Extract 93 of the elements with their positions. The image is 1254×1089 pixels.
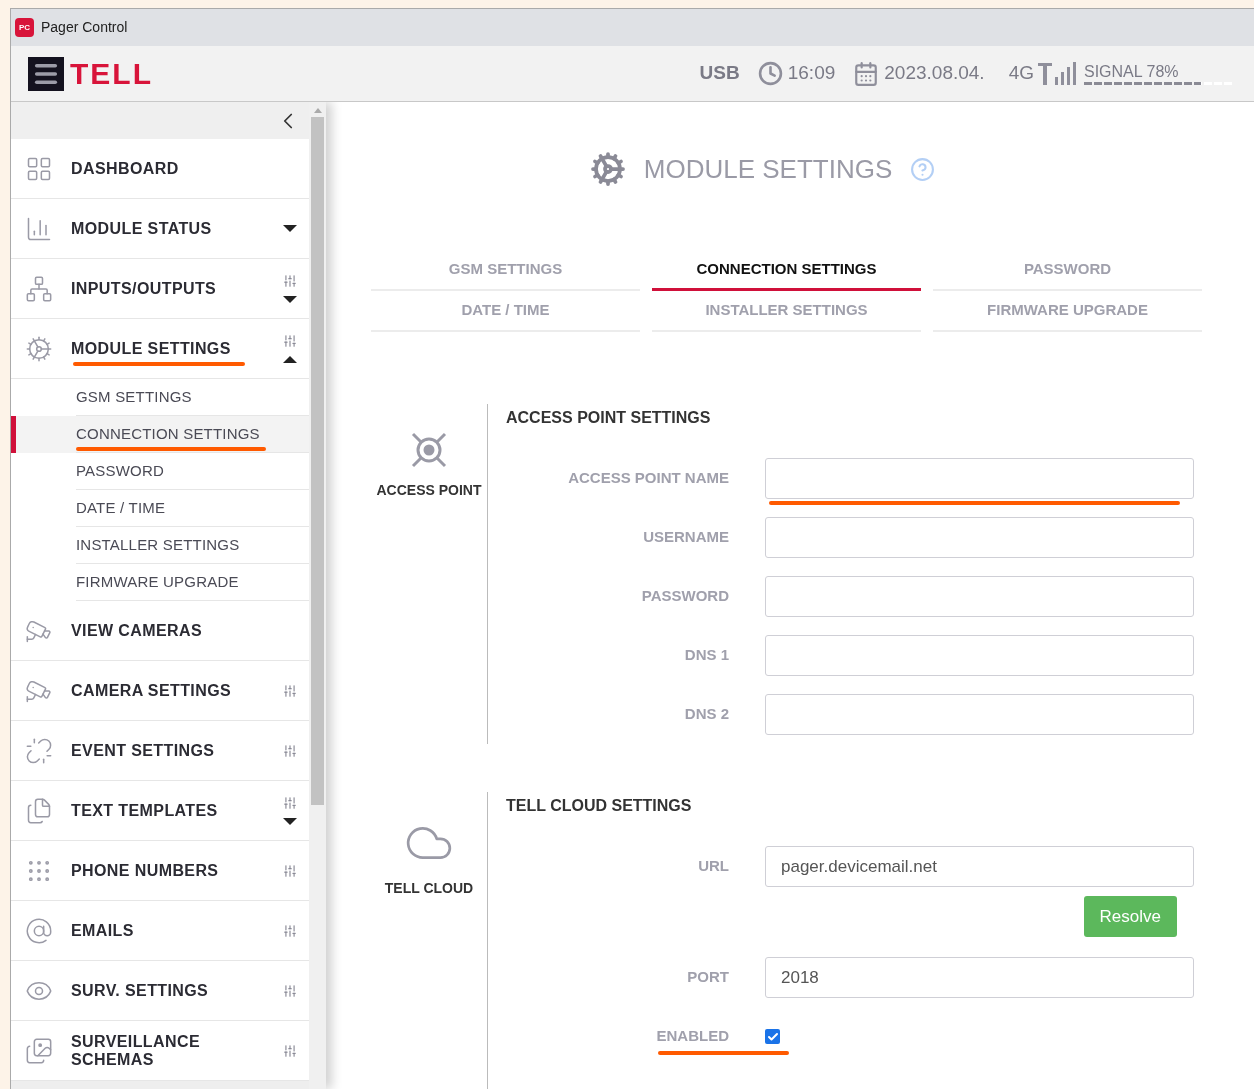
signal-label: SIGNAL 78% xyxy=(1084,62,1180,81)
sidebar-label: SURV. SETTINGS xyxy=(71,981,210,1000)
sidebar-label: VIEW CAMERAS xyxy=(71,621,204,640)
chain-icon xyxy=(25,736,53,765)
sidebar-label: EVENT SETTINGS xyxy=(71,741,216,760)
section-title: ACCESS POINT SETTINGS xyxy=(506,408,712,428)
sliders-icon[interactable] xyxy=(283,274,297,288)
sidebar-item[interactable]: DASHBOARD xyxy=(11,139,309,199)
submenu-label: CONNECTION SETTINGS xyxy=(76,422,260,447)
checkbox[interactable] xyxy=(765,1029,780,1044)
submenu-item[interactable]: GSM SETTINGS xyxy=(11,379,309,416)
section-icon-label: TELL CLOUD xyxy=(384,879,474,898)
field-label: ENABLED xyxy=(655,1026,730,1047)
text-input[interactable] xyxy=(765,694,1194,735)
scrollbar[interactable] xyxy=(309,102,326,1089)
nodes-icon xyxy=(25,274,53,303)
connection-label: USB xyxy=(699,61,740,86)
caret-icon[interactable] xyxy=(283,225,297,232)
stacked-images-icon xyxy=(25,1036,53,1065)
submenu-item[interactable]: DATE / TIME xyxy=(11,490,309,527)
field-label: USERNAME xyxy=(642,527,730,548)
section-title: TELL CLOUD SETTINGS xyxy=(506,796,693,816)
text-input[interactable]: pager.devicemail.net xyxy=(765,846,1194,887)
window-title: Pager Control xyxy=(41,18,128,37)
sidebar-item[interactable]: VIEW CAMERAS xyxy=(11,601,309,661)
field-label: DNS 1 xyxy=(683,645,730,666)
field-label: PASSWORD xyxy=(640,586,730,607)
help-icon[interactable] xyxy=(910,156,936,182)
submenu-label: PASSWORD xyxy=(76,460,164,481)
field-label: DNS 2 xyxy=(683,704,730,725)
sliders-icon[interactable] xyxy=(283,743,297,758)
submenu-label: DATE / TIME xyxy=(76,497,166,518)
submenu-item[interactable]: INSTALLER SETTINGS xyxy=(11,527,309,564)
page-title: MODULE SETTINGS xyxy=(643,152,893,186)
sidebar-item[interactable]: INPUTS/OUTPUTS xyxy=(11,259,309,319)
tab[interactable]: CONNECTION SETTINGS xyxy=(652,250,921,291)
date-label: 2023.08.04. xyxy=(884,61,985,86)
sidebar-item[interactable]: MODULE STATUS xyxy=(11,199,309,259)
text-input[interactable]: 2018 xyxy=(765,957,1194,998)
sidebar-item[interactable]: PHONE NUMBERS xyxy=(11,841,309,901)
field-label: PORT xyxy=(686,967,730,988)
submenu-item[interactable]: FIRMWARE UPGRADE xyxy=(11,564,309,601)
sidebar-label: MODULE STATUS xyxy=(71,219,213,238)
time-label: 16:09 xyxy=(787,61,836,86)
sidebar-label: PHONE NUMBERS xyxy=(71,861,220,880)
sidebar-item[interactable]: EMAILS xyxy=(11,901,309,961)
sidebar-item[interactable]: MODULE SETTINGS xyxy=(11,319,309,379)
sliders-icon[interactable] xyxy=(283,923,297,938)
field-label: URL xyxy=(697,856,730,877)
sliders-icon[interactable] xyxy=(283,796,297,810)
access-point-icon xyxy=(409,430,449,470)
sidebar-label: MODULE SETTINGS xyxy=(71,339,241,358)
gears-icon xyxy=(589,151,626,187)
sidebar-label: SURVEILLANCE SCHEMAS xyxy=(71,1032,201,1069)
sidebar-label: TEXT TEMPLATES xyxy=(71,801,219,820)
antenna-signal-icon xyxy=(1038,61,1076,86)
caret-icon[interactable] xyxy=(283,296,297,303)
network-label: 4G xyxy=(1008,61,1034,86)
sidebar-item[interactable]: CAMERA SETTINGS xyxy=(11,661,309,721)
sidebar-item[interactable]: SURV. SETTINGS xyxy=(11,961,309,1021)
clock-icon xyxy=(757,61,783,86)
gears-icon xyxy=(25,334,53,363)
submenu-label: FIRMWARE UPGRADE xyxy=(76,571,239,592)
documents-icon xyxy=(25,796,53,825)
caret-icon[interactable] xyxy=(283,356,297,363)
text-input[interactable] xyxy=(765,635,1194,676)
sidebar-item[interactable]: TEXT TEMPLATES xyxy=(11,781,309,841)
calendar-icon xyxy=(853,60,880,87)
logo: TELL xyxy=(70,58,153,89)
sliders-icon[interactable] xyxy=(283,1043,297,1058)
caret-icon[interactable] xyxy=(283,818,297,825)
text-input[interactable] xyxy=(765,576,1194,617)
menu-button[interactable] xyxy=(28,56,64,91)
sliders-icon[interactable] xyxy=(283,683,297,698)
sliders-icon[interactable] xyxy=(283,334,297,348)
sidebar-label: CAMERA SETTINGS xyxy=(71,681,233,700)
sliders-icon[interactable] xyxy=(283,863,297,878)
submenu-item[interactable]: CONNECTION SETTINGS xyxy=(11,416,309,453)
submenu-item[interactable]: PASSWORD xyxy=(11,453,309,490)
submenu-label: GSM SETTINGS xyxy=(76,386,192,407)
text-input[interactable] xyxy=(765,458,1194,499)
field-label: ACCESS POINT NAME xyxy=(567,468,730,489)
sidebar-label: INPUTS/OUTPUTS xyxy=(71,279,218,298)
text-input[interactable] xyxy=(765,517,1194,558)
app-badge: PC xyxy=(15,18,34,37)
sliders-icon[interactable] xyxy=(283,983,297,998)
sidebar-item[interactable]: SURVEILLANCE SCHEMAS xyxy=(11,1021,309,1081)
sidebar-label: EMAILS xyxy=(71,921,135,940)
sidebar-item[interactable]: EVENT SETTINGS xyxy=(11,721,309,781)
section-icon-label: ACCESS POINT xyxy=(376,481,482,500)
at-icon xyxy=(25,916,53,945)
submenu-label: INSTALLER SETTINGS xyxy=(76,534,240,555)
sidebar-label: DASHBOARD xyxy=(71,159,180,178)
